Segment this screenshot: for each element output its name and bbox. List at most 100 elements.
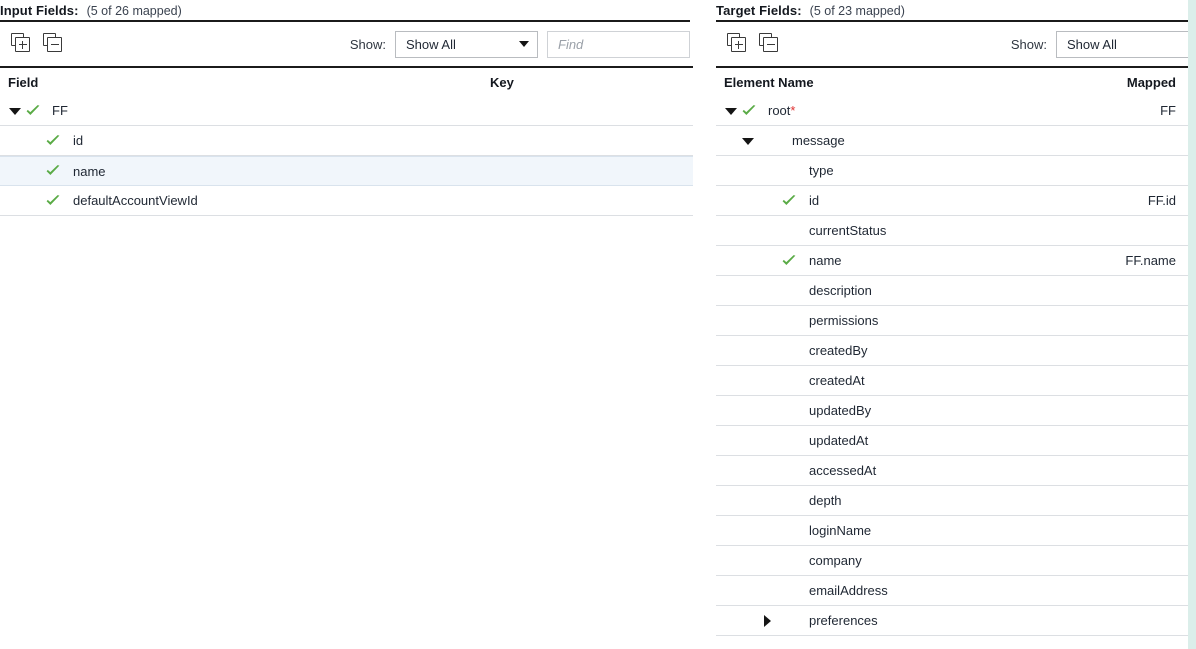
panel-divider (693, 0, 716, 649)
tree-row-label: updatedAt (809, 433, 869, 448)
tree-row[interactable]: depth (716, 486, 1188, 516)
chevron-right-icon[interactable] (761, 614, 775, 628)
input-fields-mapped-count: (5 of 26 mapped) (86, 4, 182, 18)
mapped-check-icon (45, 133, 61, 149)
input-toolbar-controls: Show: Show All (349, 30, 693, 58)
tree-row-label: root* (768, 103, 796, 118)
chevron-down-icon (519, 41, 529, 47)
tree-row-label: currentStatus (809, 223, 887, 238)
input-column-field: Field (8, 74, 39, 90)
mapped-check-icon (45, 163, 61, 179)
target-fields-panel: Target Fields: (5 of 23 mapped) Show: Sh… (716, 0, 1188, 649)
target-toolbar-controls: Show: Show All (1010, 30, 1188, 58)
input-show-label: Show: (349, 36, 386, 52)
tree-row[interactable]: id (0, 126, 693, 156)
tree-row[interactable]: defaultAccountViewId (0, 186, 693, 216)
field-mapping-screen: Input Fields: (5 of 26 mapped) Show: Sho… (0, 0, 1196, 649)
tree-row-label: type (809, 163, 834, 178)
tree-row-mapped-value: FF.id (1147, 193, 1176, 208)
mapped-check-icon (781, 193, 797, 209)
chevron-down-icon[interactable] (741, 134, 755, 148)
tree-row-label: FF (52, 103, 68, 118)
tree-row[interactable]: root* FF (716, 96, 1188, 126)
target-show-label: Show: (1010, 36, 1047, 52)
tree-row-label: permissions (809, 313, 879, 328)
tree-row-label: createdBy (809, 343, 868, 358)
tree-row-mapped-value: FF.name (1125, 253, 1176, 268)
collapse-all-icon-front (47, 37, 62, 52)
tree-row[interactable]: description (716, 276, 1188, 306)
tree-row-label: description (809, 283, 872, 298)
tree-row[interactable]: loginName (716, 516, 1188, 546)
expand-all-icon[interactable] (11, 33, 33, 55)
expand-all-icon[interactable] (727, 33, 749, 55)
collapse-all-icon[interactable] (43, 33, 65, 55)
tree-row-label: defaultAccountViewId (73, 193, 198, 208)
input-toolbar-icons (0, 33, 65, 55)
tree-row[interactable]: permissions (716, 306, 1188, 336)
tree-row[interactable]: type (716, 156, 1188, 186)
tree-row[interactable]: updatedBy (716, 396, 1188, 426)
chevron-down-icon[interactable] (8, 104, 22, 118)
input-fields-tree: FF id name defaultAccountViewId (0, 96, 693, 216)
required-asterisk-icon: * (790, 103, 796, 118)
input-fields-panel: Input Fields: (5 of 26 mapped) Show: Sho… (0, 0, 693, 649)
tree-row[interactable]: preferences (716, 606, 1188, 636)
input-fields-header: Input Fields: (5 of 26 mapped) (0, 0, 690, 22)
tree-row[interactable]: createdBy (716, 336, 1188, 366)
tree-row-label: preferences (809, 613, 878, 628)
input-show-select-value: Show All (406, 36, 456, 52)
target-fields-toolbar: Show: Show All (716, 22, 1188, 68)
collapse-all-icon[interactable] (759, 33, 781, 55)
target-show-select[interactable]: Show All (1056, 30, 1188, 58)
mapped-check-icon (741, 103, 757, 119)
tree-row[interactable]: emailAddress (716, 576, 1188, 606)
tree-row[interactable]: accessedAt (716, 456, 1188, 486)
mapped-check-icon (25, 103, 41, 119)
tree-row-label: message (792, 133, 845, 148)
tree-row[interactable]: id FF.id (716, 186, 1188, 216)
target-show-select-value: Show All (1067, 36, 1117, 52)
expand-all-icon-front (731, 37, 746, 52)
input-fields-title: Input Fields: (0, 3, 79, 18)
target-fields-tree: root* FF message type id FF.id currentStatus na… (716, 96, 1188, 636)
tree-row[interactable]: updatedAt (716, 426, 1188, 456)
expand-all-icon-front (15, 37, 30, 52)
tree-row-label: accessedAt (809, 463, 877, 478)
input-fields-toolbar: Show: Show All (0, 22, 693, 68)
target-fields-mapped-count: (5 of 23 mapped) (809, 4, 905, 18)
mapped-check-icon (781, 253, 797, 269)
tree-row-label: company (809, 553, 862, 568)
input-column-key: Key (490, 74, 514, 90)
tree-row-label: emailAddress (809, 583, 888, 598)
input-column-headers: Field Key (0, 68, 693, 96)
tree-row-label: name (809, 253, 842, 268)
target-fields-header: Target Fields: (5 of 23 mapped) (716, 0, 1188, 22)
target-fields-title: Target Fields: (716, 3, 802, 18)
tree-row[interactable]: name FF.name (716, 246, 1188, 276)
target-toolbar-icons (716, 33, 781, 55)
vertical-scrollbar[interactable] (1188, 0, 1196, 649)
tree-row-label: depth (809, 493, 842, 508)
tree-row[interactable]: createdAt (716, 366, 1188, 396)
input-show-select[interactable]: Show All (395, 30, 538, 58)
tree-row[interactable]: company (716, 546, 1188, 576)
tree-row-label: id (73, 133, 84, 148)
tree-row[interactable]: name (0, 156, 693, 186)
target-column-headers: Element Name Mapped (716, 68, 1188, 96)
tree-row-mapped-value: FF (1160, 103, 1176, 118)
tree-row[interactable]: message (716, 126, 1188, 156)
tree-row[interactable]: FF (0, 96, 693, 126)
target-column-element-name: Element Name (724, 74, 814, 90)
tree-row-label: updatedBy (809, 403, 872, 418)
input-find-field[interactable] (547, 30, 690, 58)
chevron-down-icon[interactable] (724, 104, 738, 118)
tree-row[interactable]: currentStatus (716, 216, 1188, 246)
collapse-all-icon-front (763, 37, 778, 52)
tree-row-label: loginName (809, 523, 872, 538)
tree-row-label: id (809, 193, 820, 208)
target-column-mapped: Mapped (1126, 74, 1176, 90)
tree-row-label: createdAt (809, 373, 865, 388)
tree-row-label: name (73, 163, 106, 179)
mapped-check-icon (45, 193, 61, 209)
